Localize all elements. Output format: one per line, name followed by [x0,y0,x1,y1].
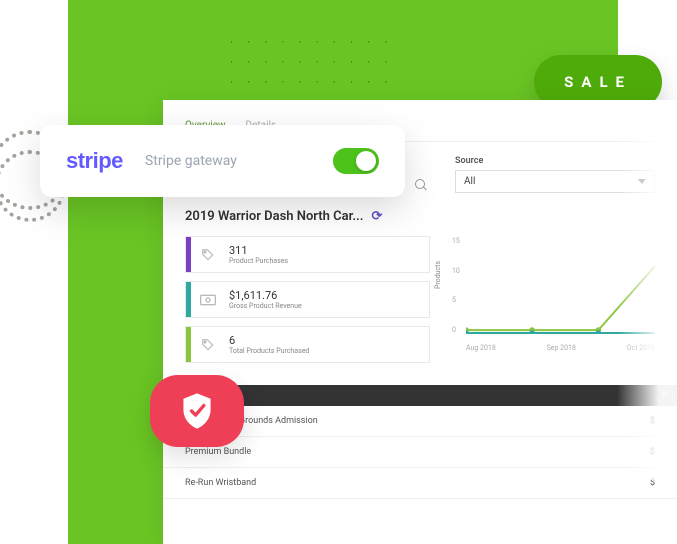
table-header-label: P [662,391,667,400]
row-name: Re-Run Wristband [185,478,256,488]
stat-total-products: 6 Total Products Purchased [185,326,430,363]
stat-revenue: $1,611.76 Gross Product Revenue [185,281,430,318]
row-value: $ [650,416,655,426]
shield-badge [150,375,244,447]
stripe-toggle[interactable] [333,148,379,174]
chart-yticks: 15 10 5 0 [452,237,460,334]
stat-value: 6 [229,334,309,347]
stat-label: Total Products Purchased [229,347,309,355]
table-row[interactable]: Premium Bundle $ [163,437,677,468]
stat-value: $1,611.76 [229,289,302,302]
stat-value: 311 [229,244,288,257]
chart-xaxis: Aug 2018 Sep 2018 Oct 2018 [466,344,655,352]
row-value: $ [650,447,655,457]
shield-check-icon [180,392,214,430]
filter-source-value: All [464,176,475,187]
search-icon[interactable] [415,179,425,189]
race-title-text: 2019 Warrior Dash North Car... [185,209,363,224]
toggle-knob [356,151,376,171]
row-value: $ [650,478,655,488]
stripe-gateway-card: stripe Stripe gateway [40,125,405,197]
stat-label: Product Purchases [229,257,288,265]
tag-icon [191,237,225,272]
products-chart: Products 15 10 5 0 [448,237,655,352]
stripe-gateway-label: Stripe gateway [145,153,311,169]
stat-purchases: 311 Product Purchases [185,236,430,273]
filter-source-label: Source [455,156,655,166]
stripe-logo: stripe [66,148,123,174]
chevron-down-icon [638,179,646,184]
tag-icon [191,327,225,362]
table-row[interactable]: Re-Run Wristband $ [163,468,677,499]
money-icon [191,282,225,317]
row-name: Premium Bundle [185,447,251,457]
refresh-icon[interactable]: ⟳ [371,209,382,224]
race-title: 2019 Warrior Dash North Car... ⟳ [185,209,430,224]
filter-source-select[interactable]: All [455,170,655,193]
chart-ylabel: Products [434,260,442,288]
chart-series-primary [466,266,655,330]
filter-source: Source All [455,156,655,193]
stat-label: Gross Product Revenue [229,302,302,310]
